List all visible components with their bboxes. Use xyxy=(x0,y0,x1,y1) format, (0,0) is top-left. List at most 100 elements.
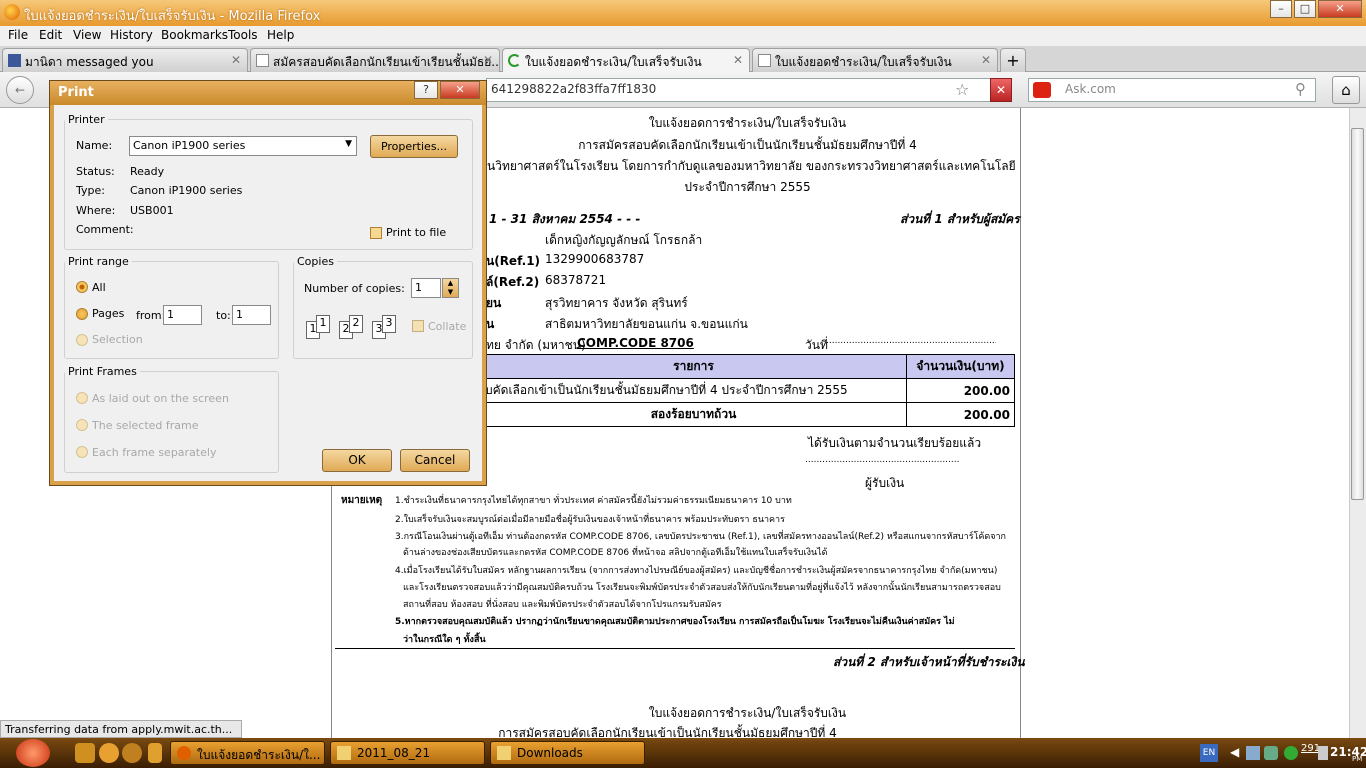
tab-close-icon[interactable]: ✕ xyxy=(733,53,743,67)
taskbar-firefox[interactable]: ใบแจ้งยอดชำระเงิน/ใ... xyxy=(170,741,325,765)
note-4c: สถานที่สอบ ห้องสอบ ที่นั่งสอบ และพิมพ์บั… xyxy=(403,600,722,610)
menu-tools[interactable]: Tools xyxy=(228,28,258,42)
to-label: to: xyxy=(216,309,231,322)
menu-help[interactable]: Help xyxy=(267,28,294,42)
frame-opt2-label: The selected frame xyxy=(92,419,199,432)
menu-view[interactable]: View xyxy=(73,28,101,42)
ref1-label: น(Ref.1) xyxy=(486,254,541,268)
taskbar-downloads-label: Downloads xyxy=(517,746,583,760)
search-icon[interactable]: ⚲ xyxy=(1295,80,1306,98)
menu-bar: File Edit View History Bookmarks Tools H… xyxy=(0,26,1366,46)
new-tab-button[interactable]: + xyxy=(1000,48,1026,72)
center-value: สาธิตมหาวิทยาลัยขอนแก่น จ.ขอนแก่น xyxy=(545,317,748,331)
tray-status-icon[interactable] xyxy=(1284,746,1298,760)
firefox-quicklaunch-icon[interactable] xyxy=(99,743,119,763)
cancel-button[interactable]: Cancel xyxy=(400,449,470,472)
page-icon xyxy=(758,54,771,67)
frame-opt2-radio[interactable] xyxy=(76,419,88,431)
frame-opt3-radio[interactable] xyxy=(76,446,88,458)
type-value: Canon iP1900 series xyxy=(130,184,243,197)
home-button[interactable]: ⌂ xyxy=(1332,76,1360,104)
taskbar-downloads[interactable]: Downloads xyxy=(490,741,645,765)
facebook-icon xyxy=(8,54,21,67)
menu-edit[interactable]: Edit xyxy=(39,28,62,42)
window-titlebar: ใบแจ้งยอดชำระเงิน/ใบเสร็จรับเงิน - Mozil… xyxy=(0,0,1366,26)
sign-dots: ........................................… xyxy=(805,455,960,465)
from-input[interactable]: 1 xyxy=(163,305,202,325)
printer-name-value: Canon iP1900 series xyxy=(133,139,246,152)
tab-close-icon[interactable]: ✕ xyxy=(483,53,493,67)
media-player-icon[interactable] xyxy=(75,743,95,763)
print-to-file-label: Print to file xyxy=(386,226,447,239)
maximize-button[interactable]: □ xyxy=(1294,0,1316,18)
properties-button[interactable]: Properties... xyxy=(370,135,458,158)
stop-button[interactable]: ✕ xyxy=(990,78,1012,102)
print-to-file-checkbox[interactable] xyxy=(370,227,382,239)
menu-bookmarks[interactable]: Bookmarks xyxy=(161,28,228,42)
collate-checkbox[interactable] xyxy=(412,320,424,332)
bank-name: ทย จำกัด (มหาชน) xyxy=(486,338,586,352)
page-icon xyxy=(256,54,269,67)
tray-expand-icon[interactable]: ◀ xyxy=(1230,745,1239,759)
network-icon[interactable] xyxy=(1246,746,1260,760)
back-button[interactable]: ← xyxy=(6,76,34,104)
minimize-button[interactable]: – xyxy=(1270,0,1292,18)
frame-opt1-radio[interactable] xyxy=(76,392,88,404)
range-selection-radio[interactable] xyxy=(76,334,88,346)
table-item: บคัดเลือกเข้าเป็นนักเรียนชั้นมัธยมศึกษาป… xyxy=(480,378,907,403)
dialog-close-button[interactable]: ✕ xyxy=(440,81,480,99)
school-value: สุรวิทยาคาร จังหวัด สุรินทร์ xyxy=(545,296,688,310)
firefox-icon xyxy=(177,746,191,760)
volume-icon[interactable] xyxy=(1318,746,1328,760)
tray-app-icon[interactable] xyxy=(1264,746,1278,760)
date-label: วันที่ xyxy=(805,338,828,352)
note-label: หมายเหตุ xyxy=(341,495,383,506)
doc-part1: ส่วนที่ 1 สำหรับผู้สมัคร xyxy=(900,212,1020,226)
dialog-titlebar: Print ? ✕ xyxy=(50,81,486,105)
ref2-label: ล์(Ref.2) xyxy=(486,275,540,289)
comment-label: Comment: xyxy=(76,223,134,236)
bookmark-star-icon[interactable]: ☆ xyxy=(955,80,969,99)
doc-heading-2: การสมัครสอบคัดเลือกนักเรียนเข้าเป็นนักเร… xyxy=(578,138,917,152)
ok-button[interactable]: OK xyxy=(322,449,392,472)
close-window-button[interactable]: ✕ xyxy=(1318,0,1362,18)
tab-close-icon[interactable]: ✕ xyxy=(231,53,241,67)
printer-legend: Printer xyxy=(68,113,105,126)
search-field[interactable]: Ask.com ⚲ xyxy=(1028,78,1316,102)
tab-payment-active[interactable]: ใบแจ้งยอดชำระเงิน/ใบเสร็จรับเงิน ✕ xyxy=(502,48,750,72)
doc-part2: ส่วนที่ 2 สำหรับเจ้าหน้าที่รับชำระเงิน xyxy=(833,655,1025,669)
app-quicklaunch-icon[interactable] xyxy=(122,743,142,763)
tab-payment[interactable]: ใบแจ้งยอดชำระเงิน/ใบเสร็จรับเงิน ✕ xyxy=(752,48,998,72)
doc-heading-4: ประจำปีการศึกษา 2555 xyxy=(684,180,811,194)
table-head-amount: จำนวนเงิน(บาท) xyxy=(906,354,1015,379)
table-total-amount: 200.00 xyxy=(906,402,1015,427)
scrollbar-thumb[interactable] xyxy=(1351,128,1364,500)
note-4b: และโรงเรียนตรวจสอบแล้วว่ามีคุณสมบัติครบถ… xyxy=(403,583,1001,593)
dialog-title: Print xyxy=(58,85,94,100)
range-pages-radio[interactable] xyxy=(76,308,88,320)
tab-facebook[interactable]: มานิดา messaged you ✕ xyxy=(2,48,248,72)
language-indicator[interactable]: EN xyxy=(1200,744,1218,762)
printer-name-select[interactable]: Canon iP1900 series ▼ xyxy=(129,136,357,156)
tab-label: สมัครสอบคัดเลือกนักเรียนเข้าเรียนชั้นมัธ… xyxy=(273,55,500,69)
frame-opt3-label: Each frame separately xyxy=(92,446,217,459)
range-all-radio[interactable] xyxy=(76,281,88,293)
copies-spinner[interactable]: ▲ ▼ xyxy=(442,278,459,298)
note-5b: ว่าในกรณีใด ๆ ทั้งสิ้น xyxy=(403,635,486,645)
url-bar[interactable]: 641298822a2f83ffa7ff1830 ☆ xyxy=(486,78,1012,102)
menu-history[interactable]: History xyxy=(110,28,153,42)
to-input[interactable]: 1 xyxy=(232,305,271,325)
frame-opt1-label: As laid out on the screen xyxy=(92,392,229,405)
taskbar-firefox-label: ใบแจ้งยอดชำระเงิน/ใ... xyxy=(197,748,321,762)
tab-close-icon[interactable]: ✕ xyxy=(981,53,991,67)
tab-apply[interactable]: สมัครสอบคัดเลือกนักเรียนเข้าเรียนชั้นมัธ… xyxy=(250,48,500,72)
num-copies-input[interactable]: 1 xyxy=(411,278,441,298)
help-button[interactable]: ? xyxy=(414,81,438,99)
menu-file[interactable]: File xyxy=(8,28,28,42)
start-button[interactable] xyxy=(16,739,50,767)
expand-icon[interactable] xyxy=(148,743,162,763)
taskbar-folder-2011[interactable]: 2011_08_21 xyxy=(330,741,485,765)
doc-heading-1b: ใบแจ้งยอดการชำระเงิน/ใบเสร็จรับเงิน xyxy=(648,706,847,720)
note-1: 1.ชำระเงินที่ธนาคารกรุงไทยได้ทุกสาขา ทั่… xyxy=(395,496,792,506)
from-label: from: xyxy=(136,309,166,322)
